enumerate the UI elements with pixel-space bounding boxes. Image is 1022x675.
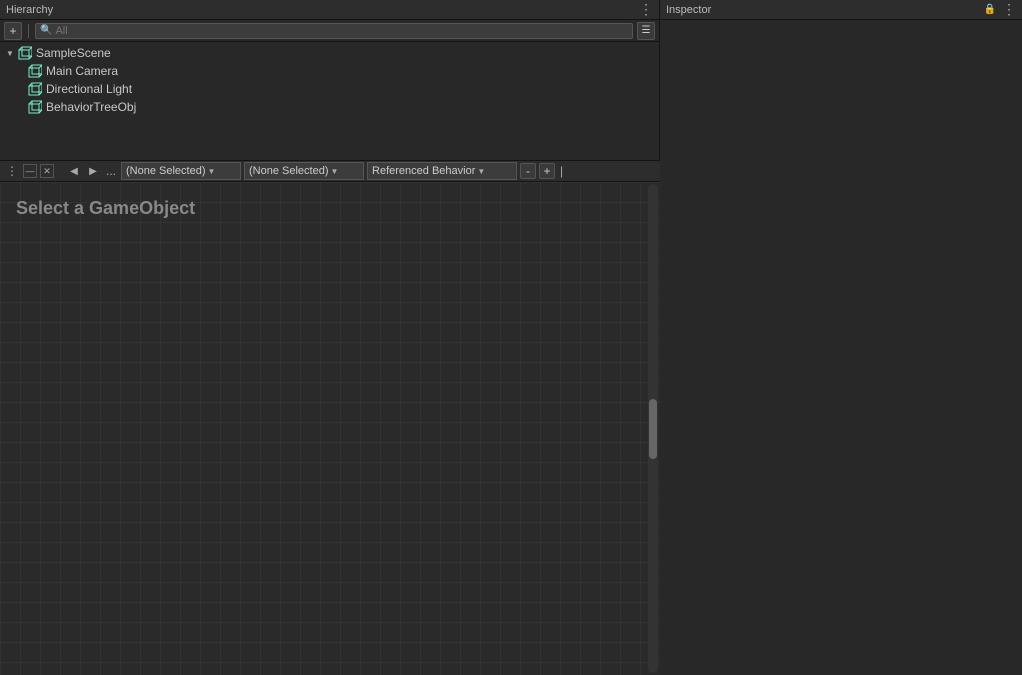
behavior-tree-panel: ⋮ — ✕ ◀ ▶ ... (None Selected) ▼ (None Se…	[0, 160, 660, 675]
scene-name: SampleScene	[36, 46, 111, 60]
minus-button[interactable]: -	[520, 163, 536, 179]
search-icon: 🔍	[40, 25, 52, 36]
dropdown2-arrow-icon: ▼	[331, 167, 339, 176]
behavior-tree-content[interactable]: Select a GameObject	[0, 182, 660, 675]
vertical-scrollbar[interactable]	[648, 184, 658, 673]
search-input[interactable]	[55, 25, 628, 37]
hierarchy-item-main-camera[interactable]: Main Camera	[0, 62, 659, 80]
nav-back-button[interactable]: ◀	[66, 163, 82, 179]
dropdown1-label: (None Selected)	[126, 165, 206, 177]
hierarchy-header: Hierarchy ⋮	[0, 0, 659, 20]
behavior-tree-obj-label: BehaviorTreeObj	[46, 100, 136, 114]
grid-background	[0, 182, 660, 675]
inspector-dots-icon[interactable]: ⋮	[1002, 1, 1016, 18]
hierarchy-dots-icon[interactable]: ⋮	[639, 1, 653, 18]
inspector-header-menu: 🔒 ⋮	[982, 1, 1016, 18]
expand-triangle: ▼	[4, 47, 16, 59]
dropdown2-label: (None Selected)	[249, 165, 329, 177]
inspector-panel: Inspector 🔒 ⋮	[660, 0, 1022, 160]
referenced-behavior-dropdown[interactable]: Referenced Behavior ▼	[367, 162, 517, 180]
toolbar-divider	[28, 24, 29, 38]
behavior-tree-close-button[interactable]: ✕	[40, 164, 54, 178]
inspector-lock-icon[interactable]: 🔒	[982, 1, 998, 17]
behavior-tree-toolbar: ⋮ — ✕ ◀ ▶ ... (None Selected) ▼ (None Se…	[0, 160, 660, 182]
scene-root-row[interactable]: ▼ SampleScene	[0, 44, 659, 62]
plus-button[interactable]: +	[539, 163, 555, 179]
behavior-tree-dots-btn[interactable]: ⋮	[4, 164, 20, 178]
inspector-title: Inspector	[666, 4, 711, 16]
scene-icon	[18, 46, 32, 60]
hierarchy-item-behavior-tree-obj[interactable]: BehaviorTreeObj	[0, 98, 659, 116]
hierarchy-toolbar: + 🔍 ☰	[0, 20, 659, 42]
hierarchy-item-directional-light[interactable]: Directional Light	[0, 80, 659, 98]
directional-light-icon	[28, 82, 42, 96]
behavior-tree-minimize-button[interactable]: —	[23, 164, 37, 178]
nav-forward-button[interactable]: ▶	[85, 163, 101, 179]
main-camera-icon	[28, 64, 42, 78]
ellipsis-button[interactable]: ...	[104, 164, 118, 178]
right-inspector-area	[660, 160, 1022, 675]
main-camera-label: Main Camera	[46, 64, 118, 78]
filter-button[interactable]: ☰	[637, 22, 655, 40]
referenced-behavior-label: Referenced Behavior	[372, 165, 475, 177]
search-box: 🔍	[35, 23, 633, 39]
inspector-header: Inspector 🔒 ⋮	[660, 0, 1022, 20]
none-selected-dropdown-2[interactable]: (None Selected) ▼	[244, 162, 364, 180]
dropdown1-arrow-icon: ▼	[208, 167, 216, 176]
directional-light-label: Directional Light	[46, 82, 132, 96]
scroll-indicator: |	[560, 164, 563, 178]
behavior-tree-obj-icon	[28, 100, 42, 114]
select-gameobject-prompt: Select a GameObject	[16, 198, 195, 219]
hierarchy-title: Hierarchy	[6, 4, 53, 16]
hierarchy-panel: Hierarchy ⋮ + 🔍 ☰ ▼	[0, 0, 660, 160]
hierarchy-add-button[interactable]: +	[4, 22, 22, 40]
scrollbar-thumb[interactable]	[649, 399, 657, 459]
hierarchy-content: ▼ SampleScene	[0, 42, 659, 160]
hierarchy-header-menu: ⋮	[639, 1, 653, 18]
ref-behavior-arrow-icon: ▼	[477, 167, 485, 176]
none-selected-dropdown-1[interactable]: (None Selected) ▼	[121, 162, 241, 180]
